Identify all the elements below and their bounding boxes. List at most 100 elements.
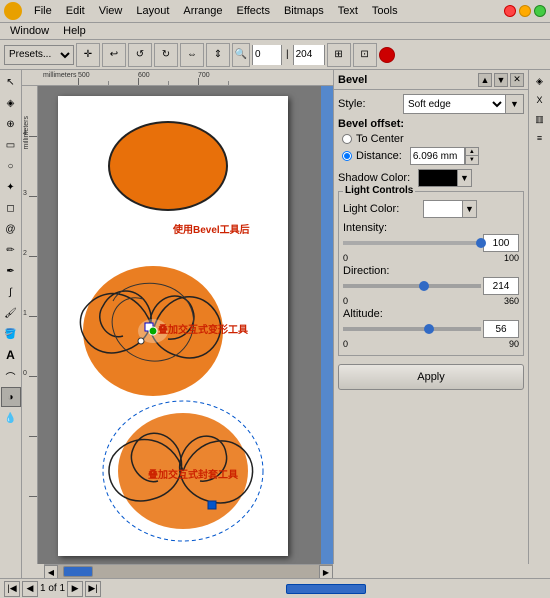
light-color-row: Light Color: ▼ [343, 200, 519, 218]
canvas-label3: 叠加交互式封套工具 [148, 466, 238, 481]
intensity-max: 100 [504, 253, 519, 263]
tick-minor3 [228, 81, 229, 85]
zoom-in-btn[interactable]: 🔍 [232, 43, 250, 67]
menu-arrange[interactable]: Arrange [177, 4, 228, 18]
menu-window[interactable]: Window [4, 24, 55, 38]
select-tool-btn[interactable]: ✛ [76, 43, 100, 67]
drawing-area[interactable]: 使用Bevel工具后 [38, 86, 333, 564]
tool-paint[interactable]: 🖌 [1, 303, 21, 323]
distance-input[interactable] [410, 147, 465, 165]
light-color-swatch [423, 200, 463, 218]
tool-gradient[interactable]: ◑ [1, 387, 21, 407]
tool-fill[interactable]: 🪣 [1, 324, 21, 344]
tool-connector[interactable]: ⌒ [1, 366, 21, 386]
rotate-left-btn[interactable]: ↺ [128, 43, 152, 67]
intensity-thumb[interactable] [476, 238, 486, 248]
tool-select[interactable]: ↖ [1, 72, 21, 92]
hscroll-right-btn[interactable]: ▶ [319, 565, 333, 578]
apply-button[interactable]: Apply [338, 364, 524, 390]
page-prev-btn[interactable]: ◀ [22, 581, 38, 597]
toolbar-extra2[interactable]: ⊡ [353, 43, 377, 67]
stop-btn[interactable] [379, 47, 395, 63]
light-color-label: Light Color: [343, 203, 423, 215]
distance-spin-up[interactable]: ▲ [465, 147, 479, 156]
extra-tool4[interactable]: ≡ [531, 129, 549, 147]
tool-ellipse[interactable]: ○ [1, 156, 21, 176]
page-first-btn[interactable]: |◀ [4, 581, 20, 597]
presets-select[interactable]: Presets... [4, 45, 74, 65]
radio-to-center-input[interactable] [342, 134, 352, 144]
canvas-section: 500 600 700 millimeters [22, 70, 550, 578]
tool-star[interactable]: ✦ [1, 177, 21, 197]
shadow-color-btn[interactable]: ▼ [458, 169, 472, 187]
statusbar: |◀ ◀ 1 of 1 ▶ ▶| [0, 578, 550, 598]
panel-close-btn[interactable]: ✕ [510, 73, 524, 87]
tool-text[interactable]: A [1, 345, 21, 365]
altitude-track[interactable] [343, 327, 481, 331]
rotation-input[interactable] [294, 45, 324, 65]
direction-track[interactable] [343, 284, 481, 288]
menu-edit[interactable]: Edit [60, 4, 91, 18]
menu-view[interactable]: View [93, 4, 129, 18]
direction-thumb[interactable] [419, 281, 429, 291]
tick-600 [138, 78, 139, 85]
style-select[interactable]: Soft edge [403, 94, 506, 114]
style-select-btn[interactable]: ▼ [506, 94, 524, 114]
tool-rect[interactable]: ▭ [1, 135, 21, 155]
intensity-fill [343, 241, 481, 245]
window-maximize[interactable] [534, 5, 546, 17]
radio-distance-input[interactable] [342, 151, 352, 161]
altitude-labels: 0 90 [343, 339, 519, 349]
hscroll-track[interactable] [58, 565, 319, 578]
tool-pencil[interactable]: ✏ [1, 240, 21, 260]
status-progress [105, 584, 546, 594]
tool-3d[interactable]: ◻ [1, 198, 21, 218]
tool-eyedropper[interactable]: 💧 [1, 408, 21, 428]
page-next-btn[interactable]: ▶ [67, 581, 83, 597]
window-minimize[interactable] [519, 5, 531, 17]
direction-value[interactable] [483, 277, 519, 295]
menu-file[interactable]: File [28, 4, 58, 18]
hscrollbar-container: ◀ ▶ [22, 564, 550, 578]
ltick4 [29, 316, 37, 317]
light-controls-title: Light Controls [343, 185, 415, 196]
altitude-value[interactable] [483, 320, 519, 338]
intensity-value[interactable] [483, 234, 519, 252]
canvas-label1: 使用Bevel工具后 [173, 221, 250, 236]
flip-v-btn[interactable]: ⇕ [206, 43, 230, 67]
rotate-right-btn[interactable]: ↻ [154, 43, 178, 67]
extra-tool3[interactable]: ▥ [531, 110, 549, 128]
distance-spin-down[interactable]: ▼ [465, 156, 479, 165]
flip-h-btn[interactable]: ⇔ [180, 43, 204, 67]
tool-spiral[interactable]: @ [1, 219, 21, 239]
menu-text[interactable]: Text [332, 4, 364, 18]
altitude-thumb[interactable] [424, 324, 434, 334]
menu-help[interactable]: Help [57, 24, 92, 38]
window-close[interactable] [504, 5, 516, 17]
canvas-body: millimeters 4 3 2 1 0 [22, 86, 333, 564]
menu-effects[interactable]: Effects [231, 4, 276, 18]
zoom-value-input[interactable] [253, 45, 281, 65]
left-toolbox: ↖ ◈ ⊕ ▭ ○ ✦ ◻ @ ✏ ✒ ∫ 🖌 🪣 A ⌒ ◑ 💧 [0, 70, 22, 578]
panel-down-btn[interactable]: ▼ [494, 73, 508, 87]
light-color-btn[interactable]: ▼ [463, 200, 477, 218]
hscrollbar[interactable]: ◀ ▶ [44, 564, 333, 578]
tool-calligraphy[interactable]: ∫ [1, 282, 21, 302]
panel-up-btn[interactable]: ▲ [478, 73, 492, 87]
menu-tools[interactable]: Tools [366, 4, 404, 18]
extra-tool2[interactable]: X [531, 91, 549, 109]
page-last-btn[interactable]: ▶| [85, 581, 101, 597]
ruler-mark-500: 500 [78, 72, 90, 79]
tool-zoom[interactable]: ⊕ [1, 114, 21, 134]
tool-pen[interactable]: ✒ [1, 261, 21, 281]
menu-bitmaps[interactable]: Bitmaps [278, 4, 330, 18]
tool-node[interactable]: ◈ [1, 93, 21, 113]
canvas-main-row: 500 600 700 millimeters [22, 70, 550, 564]
hscroll-left-btn[interactable]: ◀ [44, 565, 58, 578]
toolbar-extra1[interactable]: ⊞ [327, 43, 351, 67]
undo-btn[interactable]: ↩ [102, 43, 126, 67]
hscroll-thumb[interactable] [63, 566, 93, 577]
intensity-track[interactable] [343, 241, 481, 245]
menu-layout[interactable]: Layout [130, 4, 175, 18]
extra-tool1[interactable]: ◈ [531, 72, 549, 90]
